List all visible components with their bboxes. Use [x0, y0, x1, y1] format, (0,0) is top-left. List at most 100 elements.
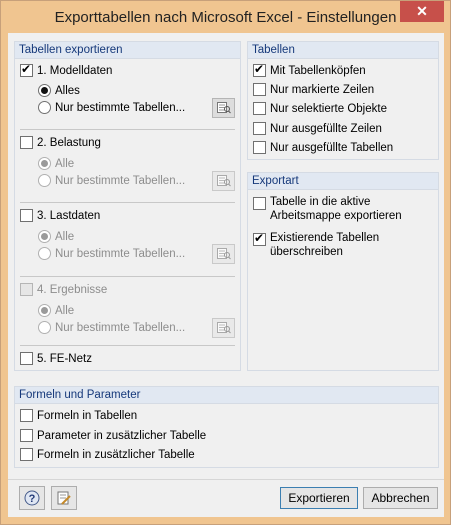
label-line-1: Existierende Tabellen: [270, 232, 380, 244]
export-tables-group: Tabellen exportieren 1. Modelldaten Alle…: [14, 41, 241, 371]
checkbox[interactable]: [253, 62, 266, 77]
radio-label: Alle: [55, 304, 75, 317]
close-button[interactable]: ✕: [400, 1, 444, 22]
checkbox-formeln-zusaetzlich[interactable]: Formeln in zusätzlicher Tabelle: [20, 448, 195, 461]
label-ergebnisse: 4. Ergebnisse: [37, 283, 108, 296]
checkbox-nur-selektierte-objekte[interactable]: Nur selektierte Objekte: [253, 102, 387, 115]
radio-lastdaten-alle[interactable]: Alle: [38, 230, 74, 243]
export-type-header: Exportart: [248, 173, 438, 190]
radio-modelldaten-alles[interactable]: Alles: [38, 84, 80, 97]
checkbox[interactable]: [20, 448, 33, 461]
radio-belastung-alle[interactable]: Alle: [38, 157, 74, 170]
checkbox-nur-ausgefuellte-zeilen[interactable]: Nur ausgefüllte Zeilen: [253, 122, 382, 135]
export-button[interactable]: Exportieren: [280, 487, 358, 509]
checkbox-mit-tabellenkoepfen[interactable]: Mit Tabellenköpfen: [253, 62, 366, 77]
checkbox[interactable]: [253, 231, 266, 246]
radio-modelldaten-bestimmte[interactable]: Nur bestimmte Tabellen...: [38, 101, 185, 114]
export-tables-header: Tabellen exportieren: [15, 42, 240, 59]
radio-label: Alles: [55, 84, 80, 97]
svg-text:?: ?: [29, 493, 36, 505]
checkbox-belastung[interactable]: [20, 136, 33, 149]
section-lastdaten[interactable]: 3. Lastdaten: [20, 209, 100, 222]
table-search-icon: [216, 248, 231, 260]
radio-button[interactable]: [38, 230, 51, 243]
checkbox-label: Formeln in zusätzlicher Tabelle: [37, 448, 195, 461]
radio-label: Alle: [55, 230, 75, 243]
checkbox[interactable]: [253, 83, 266, 96]
edit-icon: [57, 491, 71, 505]
label-belastung: 2. Belastung: [37, 136, 101, 149]
radio-label: Nur bestimmte Tabellen...: [55, 321, 186, 334]
radio-button[interactable]: [38, 101, 51, 114]
table-search-icon: [216, 102, 231, 114]
checkbox[interactable]: [253, 122, 266, 135]
checkbox[interactable]: [20, 429, 33, 442]
divider: [20, 202, 235, 203]
window-title: Exporttabellen nach Microsoft Excel - Ei…: [54, 9, 397, 26]
export-type-group: Exportart Tabelle in die aktive Arbeitsm…: [247, 172, 439, 371]
checkbox-parameter-zusaetzlich[interactable]: Parameter in zusätzlicher Tabelle: [20, 429, 206, 442]
section-fe-netz[interactable]: 5. FE-Netz: [20, 352, 92, 365]
help-icon: ?: [24, 490, 40, 506]
select-tables-button-3[interactable]: [212, 244, 235, 264]
section-modelldaten[interactable]: 1. Modelldaten: [20, 62, 113, 77]
edit-button[interactable]: [51, 486, 77, 510]
checkbox-label: Nur markierte Zeilen: [270, 83, 375, 96]
radio-label: Nur bestimmte Tabellen...: [55, 174, 186, 187]
select-tables-button-4[interactable]: [212, 318, 235, 338]
checkbox-modelldaten[interactable]: [20, 62, 33, 77]
tables-group: Tabellen Mit Tabellenköpfen Nur markiert…: [247, 41, 439, 160]
checkbox-label: Mit Tabellenköpfen: [270, 64, 366, 77]
checkbox[interactable]: [253, 141, 266, 154]
checkbox[interactable]: [20, 409, 33, 422]
table-search-icon: [216, 175, 231, 187]
divider: [20, 129, 235, 130]
radio-ergebnisse-bestimmte[interactable]: Nur bestimmte Tabellen...: [38, 321, 185, 334]
label-line-1: Tabelle in die aktive: [270, 196, 371, 208]
radio-ergebnisse-alle[interactable]: Alle: [38, 304, 74, 317]
label-fe-netz: 5. FE-Netz: [37, 352, 92, 365]
checkbox-fe-netz[interactable]: [20, 352, 33, 365]
radio-belastung-bestimmte[interactable]: Nur bestimmte Tabellen...: [38, 174, 185, 187]
checkbox-ergebnisse[interactable]: [20, 283, 33, 296]
title-bar: Exporttabellen nach Microsoft Excel - Ei…: [1, 1, 450, 33]
checkbox-label: Nur ausgefüllte Zeilen: [270, 122, 382, 135]
radio-button[interactable]: [38, 157, 51, 170]
footer-divider: [8, 479, 444, 480]
checkbox-active-workbook[interactable]: Tabelle in die aktive Arbeitsmappe expor…: [253, 195, 402, 223]
checkbox[interactable]: [253, 102, 266, 115]
tables-header: Tabellen: [248, 42, 438, 59]
label-line-2: Arbeitsmappe exportieren: [270, 210, 402, 222]
checkbox-formeln-in-tabellen[interactable]: Formeln in Tabellen: [20, 409, 137, 422]
section-ergebnisse[interactable]: 4. Ergebnisse: [20, 283, 107, 296]
checkbox-label: Nur ausgefüllte Tabellen: [270, 141, 394, 154]
checkbox[interactable]: [253, 197, 266, 210]
select-tables-button-2[interactable]: [212, 171, 235, 191]
checkbox-nur-ausgefuellte-tabellen[interactable]: Nur ausgefüllte Tabellen: [253, 141, 393, 154]
dialog-window: Exporttabellen nach Microsoft Excel - Ei…: [0, 0, 451, 525]
help-button[interactable]: ?: [19, 486, 45, 510]
select-tables-button-1[interactable]: [212, 98, 235, 118]
radio-button[interactable]: [38, 304, 51, 317]
radio-button[interactable]: [38, 174, 51, 187]
checkbox-nur-markierte-zeilen[interactable]: Nur markierte Zeilen: [253, 83, 374, 96]
label-modelldaten: 1. Modelldaten: [37, 64, 113, 77]
divider: [20, 345, 235, 346]
radio-button[interactable]: [38, 247, 51, 260]
checkbox-label: Parameter in zusätzlicher Tabelle: [37, 429, 207, 442]
radio-button[interactable]: [38, 84, 51, 97]
section-belastung[interactable]: 2. Belastung: [20, 136, 101, 149]
radio-lastdaten-bestimmte[interactable]: Nur bestimmte Tabellen...: [38, 247, 185, 260]
formulas-header: Formeln und Parameter: [15, 387, 438, 404]
checkbox-label: Nur selektierte Objekte: [270, 102, 387, 115]
checkbox-lastdaten[interactable]: [20, 209, 33, 222]
checkbox-label: Tabelle in die aktive Arbeitsmappe expor…: [270, 195, 402, 223]
radio-button[interactable]: [38, 321, 51, 334]
label-line-2: überschreiben: [270, 246, 343, 258]
table-search-icon: [216, 322, 231, 334]
formulas-group: Formeln und Parameter Formeln in Tabelle…: [14, 386, 439, 468]
checkbox-label: Formeln in Tabellen: [37, 409, 138, 422]
cancel-button[interactable]: Abbrechen: [363, 487, 438, 509]
radio-label: Alle: [55, 157, 75, 170]
checkbox-overwrite-tables[interactable]: Existierende Tabellen überschreiben: [253, 231, 379, 259]
